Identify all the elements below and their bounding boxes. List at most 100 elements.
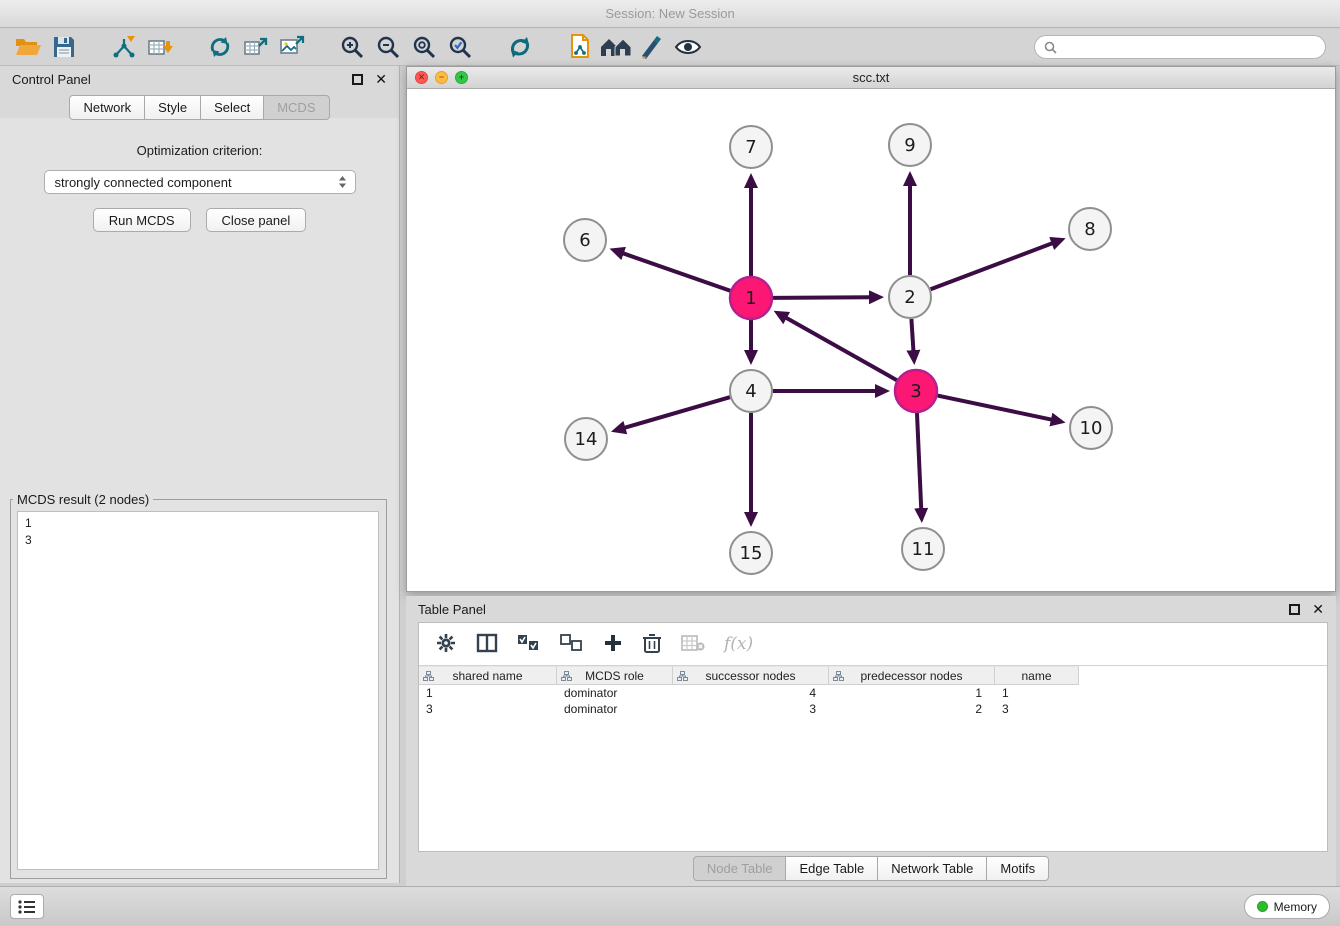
- delete-row-button[interactable]: [642, 632, 662, 657]
- network-graph-canvas[interactable]: 7968124314101511: [407, 89, 1335, 591]
- graph-edge[interactable]: [917, 413, 921, 509]
- graph-node-label: 7: [745, 137, 756, 158]
- minimize-window-icon[interactable]: −: [435, 71, 448, 84]
- graph-edge[interactable]: [624, 397, 729, 428]
- graph-edge[interactable]: [786, 318, 897, 381]
- tab-mcds[interactable]: MCDS: [264, 95, 329, 120]
- show-hide-button[interactable]: [670, 31, 706, 63]
- graph-edge[interactable]: [623, 253, 730, 291]
- close-panel-button[interactable]: Close panel: [206, 208, 307, 232]
- graph-edge[interactable]: [931, 243, 1053, 289]
- clone-network-icon: [567, 33, 593, 61]
- delete-column-button[interactable]: [681, 633, 705, 656]
- column-header-name[interactable]: name: [995, 666, 1079, 685]
- export-table-icon: [243, 34, 269, 60]
- close-panel-icon[interactable]: ✕: [375, 71, 387, 88]
- network-cycle-button[interactable]: [202, 31, 238, 63]
- trash-icon: [642, 632, 662, 654]
- tab-select[interactable]: Select: [201, 95, 264, 120]
- column-tree-icon: [423, 671, 434, 681]
- window-title: Session: New Session: [605, 6, 734, 21]
- export-image-button[interactable]: [274, 31, 310, 63]
- graph-node-label: 15: [740, 543, 763, 564]
- column-tree-icon: [561, 671, 572, 681]
- table-panel-tabs: Node Table Edge Table Network Table Moti…: [406, 856, 1336, 881]
- memory-button[interactable]: Memory: [1244, 894, 1330, 919]
- column-header-successor-nodes[interactable]: successor nodes: [673, 666, 829, 685]
- status-bar: Memory: [0, 886, 1340, 926]
- table-row[interactable]: 1 dominator 4 1 1: [419, 685, 1327, 701]
- zoom-out-button[interactable]: [370, 31, 406, 63]
- show-columns-button[interactable]: [476, 632, 498, 657]
- open-session-button[interactable]: [10, 31, 46, 63]
- run-mcds-button[interactable]: Run MCDS: [93, 208, 191, 232]
- mcds-result-item: 3: [25, 532, 371, 549]
- split-columns-icon: [476, 632, 498, 654]
- home-button[interactable]: [598, 31, 634, 63]
- control-panel-header: Control Panel ✕: [0, 66, 399, 92]
- zoom-window-icon[interactable]: +: [455, 71, 468, 84]
- open-folder-icon: [14, 35, 42, 59]
- graph-edge[interactable]: [938, 396, 1052, 420]
- mcds-result-title: MCDS result (2 nodes): [13, 492, 153, 507]
- close-window-icon[interactable]: ✕: [415, 71, 428, 84]
- graph-edge[interactable]: [773, 297, 870, 298]
- select-all-icon: [517, 634, 541, 652]
- graph-edge[interactable]: [911, 319, 913, 351]
- zoom-fit-button[interactable]: [406, 31, 442, 63]
- criterion-select[interactable]: strongly connected component: [44, 170, 356, 194]
- import-table-button[interactable]: [142, 31, 178, 63]
- add-column-button[interactable]: [603, 633, 623, 656]
- tab-motifs[interactable]: Motifs: [987, 856, 1049, 881]
- column-tree-icon: [833, 671, 844, 681]
- task-history-button[interactable]: [10, 894, 44, 919]
- home-icon: [599, 35, 633, 59]
- zoom-selected-button[interactable]: [442, 31, 478, 63]
- tab-style[interactable]: Style: [145, 95, 201, 120]
- optimization-criterion-label: Optimization criterion:: [0, 143, 399, 158]
- refresh-button[interactable]: [502, 31, 538, 63]
- style-brush-icon: [639, 35, 665, 59]
- tab-node-table[interactable]: Node Table: [693, 856, 787, 881]
- search-input[interactable]: [1063, 40, 1316, 54]
- zoom-out-icon: [375, 34, 401, 60]
- unselect-all-button[interactable]: [560, 634, 584, 655]
- style-button[interactable]: [634, 31, 670, 63]
- table-settings-button[interactable]: [435, 632, 457, 657]
- table-toolbar: f(x): [419, 623, 1327, 665]
- tab-network[interactable]: Network: [69, 95, 145, 120]
- import-network-button[interactable]: [106, 31, 142, 63]
- float-panel-icon[interactable]: [352, 74, 363, 85]
- save-icon: [52, 35, 76, 59]
- eye-icon: [674, 37, 702, 57]
- network-window-title: scc.txt: [853, 70, 890, 85]
- network-view-window: ✕ − + scc.txt 7968124314101511: [406, 66, 1336, 592]
- import-network-icon: [111, 34, 137, 60]
- function-builder-button[interactable]: f(x): [724, 634, 753, 654]
- column-header-mcds-role[interactable]: MCDS role: [557, 666, 673, 685]
- column-header-predecessor-nodes[interactable]: predecessor nodes: [829, 666, 995, 685]
- tab-network-table[interactable]: Network Table: [878, 856, 987, 881]
- zoom-in-icon: [339, 34, 365, 60]
- save-session-button[interactable]: [46, 31, 82, 63]
- table-row[interactable]: 3 dominator 3 2 3: [419, 701, 1327, 717]
- graph-node-label: 2: [904, 287, 915, 308]
- clone-network-button[interactable]: [562, 31, 598, 63]
- network-window-titlebar: ✕ − + scc.txt: [407, 67, 1335, 89]
- gear-icon: [435, 632, 457, 654]
- mcds-result-list[interactable]: 1 3: [17, 511, 379, 870]
- graph-node-label: 4: [745, 381, 756, 402]
- export-table-button[interactable]: [238, 31, 274, 63]
- column-header-shared-name[interactable]: shared name: [419, 666, 557, 685]
- search-field[interactable]: [1034, 35, 1326, 59]
- float-table-panel-icon[interactable]: [1289, 604, 1300, 615]
- titlebar: Session: New Session: [0, 0, 1340, 28]
- tab-edge-table[interactable]: Edge Table: [786, 856, 878, 881]
- zoom-selected-icon: [447, 34, 473, 60]
- zoom-in-button[interactable]: [334, 31, 370, 63]
- table-panel: Table Panel ✕ f(x) shared name MCDS role…: [406, 596, 1336, 886]
- zoom-fit-icon: [411, 34, 437, 60]
- list-icon: [16, 897, 38, 917]
- select-all-button[interactable]: [517, 634, 541, 655]
- close-table-panel-icon[interactable]: ✕: [1312, 601, 1324, 618]
